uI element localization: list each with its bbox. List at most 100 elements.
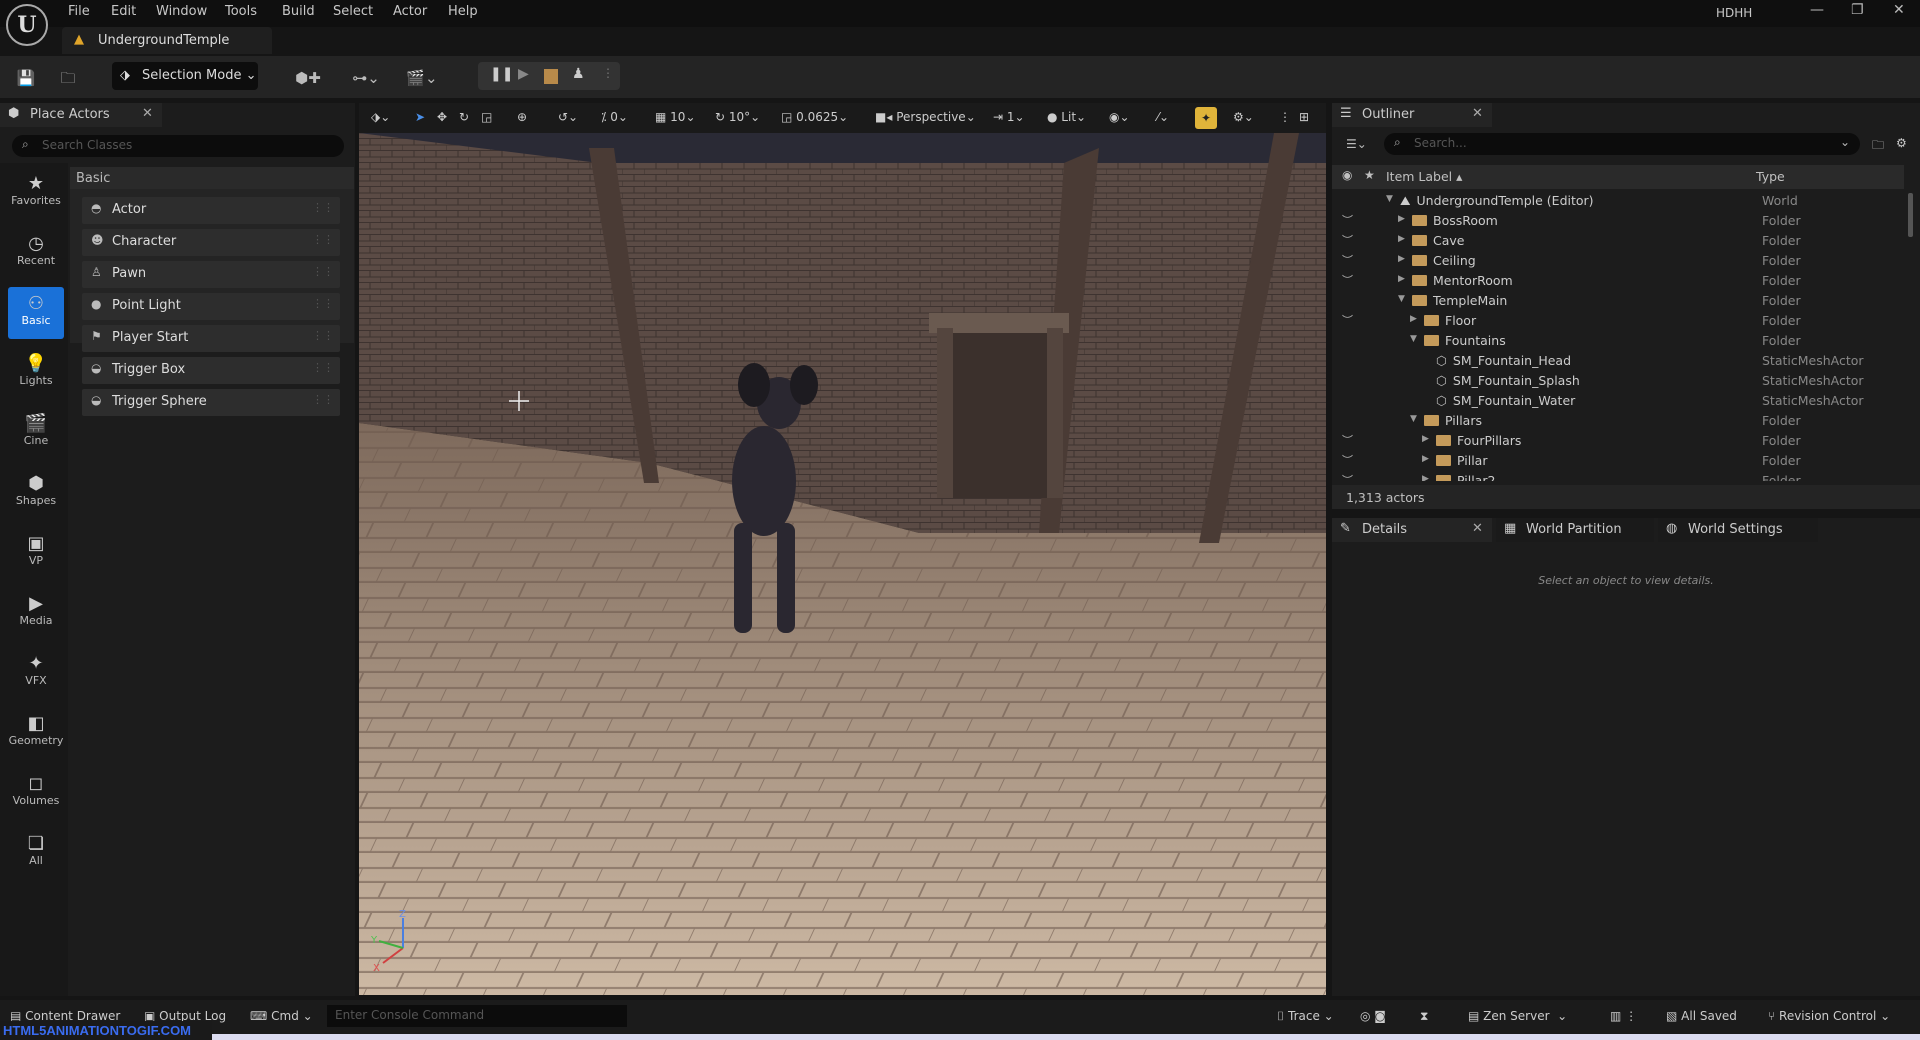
- outliner-row[interactable]: ▼ ⛰ UndergroundTemple (Editor) World: [1332, 191, 1920, 211]
- outliner-row[interactable]: ︶ ▶ FourPillars Folder: [1332, 431, 1920, 451]
- outliner-row[interactable]: ⬡ SM_Fountain_Head StaticMeshActor: [1332, 351, 1920, 371]
- step-icon[interactable]: ▶: [518, 66, 529, 82]
- translate-snap[interactable]: ⁒ 0⌄: [601, 110, 628, 124]
- new-folder-icon[interactable]: 🗀: [1872, 136, 1884, 157]
- save-icon[interactable]: 💾: [14, 64, 38, 92]
- realtime-icon[interactable]: ⁄⌄: [1157, 110, 1169, 124]
- filter-icon[interactable]: ☰⌄: [1346, 137, 1367, 151]
- scale-snap[interactable]: ◲ 0.0625⌄: [781, 110, 848, 124]
- expand-arrow-icon[interactable]: ▶: [1422, 434, 1429, 444]
- menu-tools[interactable]: Tools: [225, 4, 257, 19]
- category-shapes[interactable]: ⬢ Shapes: [8, 467, 64, 519]
- zen-server-button[interactable]: ▤ Zen Server ⌄: [1468, 1009, 1567, 1023]
- perspective-dropdown[interactable]: ■◂ Perspective⌄: [875, 110, 976, 124]
- expand-arrow-icon[interactable]: ▶: [1398, 214, 1405, 224]
- menu-window[interactable]: Window: [156, 4, 207, 19]
- search-classes-input[interactable]: ⌕ Search Classes: [12, 135, 344, 157]
- unreal-logo[interactable]: U: [6, 4, 48, 46]
- cinematics-button[interactable]: 🎬⌄: [402, 64, 442, 92]
- translate-icon[interactable]: ✥: [437, 110, 447, 124]
- close-tab-icon[interactable]: ✕: [1472, 521, 1483, 536]
- outliner-row[interactable]: ︶ ▶ Cave Folder: [1332, 231, 1920, 251]
- drag-handle-icon[interactable]: ⋮⋮: [312, 201, 334, 214]
- drag-handle-icon[interactable]: ⋮⋮: [312, 361, 334, 374]
- cmd-dropdown[interactable]: ⌨ Cmd ⌄: [250, 1009, 313, 1023]
- level-viewport[interactable]: Z X Y ⬗⌄ ➤ ✥ ↻ ◲ ⊕ ↺⌄ ⁒ 0⌄ ▦ 10⌄ ↻ 10°⌄ …: [359, 103, 1326, 995]
- category-recent[interactable]: ◷ Recent: [8, 227, 64, 279]
- trace-dropdown[interactable]: ⌷ Trace ⌄: [1277, 1009, 1334, 1024]
- rotate-icon[interactable]: ↻: [459, 110, 469, 124]
- minimize-button[interactable]: —: [1810, 2, 1824, 18]
- actor-item[interactable]: ◒ Trigger Box ⋮⋮: [82, 357, 340, 384]
- rotate-snap[interactable]: ↻ 10°⌄: [715, 110, 760, 124]
- blueprint-button[interactable]: ⊶⌄: [346, 64, 386, 92]
- drag-handle-icon[interactable]: ⋮⋮: [312, 329, 334, 342]
- category-lights[interactable]: 💡 Lights: [8, 347, 64, 399]
- menu-select[interactable]: Select: [333, 4, 373, 19]
- all-saved-button[interactable]: ▧ All Saved: [1666, 1009, 1737, 1023]
- menu-help[interactable]: Help: [448, 4, 478, 19]
- drag-handle-icon[interactable]: ⋮⋮: [312, 297, 334, 310]
- expand-arrow-icon[interactable]: ▶: [1410, 314, 1417, 324]
- select-mode-icon[interactable]: ➤: [415, 110, 425, 124]
- add-actor-button[interactable]: ⬢✚: [288, 64, 328, 92]
- grid-snap[interactable]: ▦ 10⌄: [655, 110, 696, 124]
- outliner-row[interactable]: ▼ Fountains Folder: [1332, 331, 1920, 351]
- level-tab[interactable]: ▲ UndergroundTemple: [62, 27, 272, 54]
- camera-speed[interactable]: ⇥ 1⌄: [993, 110, 1025, 124]
- menu-file[interactable]: File: [68, 4, 90, 19]
- visibility-icon[interactable]: ︶: [1342, 312, 1353, 328]
- layout-icon[interactable]: ⊞: [1299, 110, 1309, 124]
- drag-handle-icon[interactable]: ⋮⋮: [312, 393, 334, 406]
- category-basic[interactable]: ⚇ Basic: [8, 287, 64, 339]
- hourglass-icon[interactable]: ⧗: [1420, 1009, 1428, 1024]
- expand-arrow-icon[interactable]: ▶: [1422, 474, 1429, 481]
- expand-arrow-icon[interactable]: ▶: [1398, 234, 1405, 244]
- outliner-scrollbar[interactable]: [1908, 193, 1913, 237]
- revision-control-button[interactable]: ⑂ Revision Control ⌄: [1768, 1009, 1890, 1023]
- actor-item[interactable]: ♙ Pawn ⋮⋮: [82, 261, 340, 288]
- show-icon[interactable]: ◉⌄: [1109, 110, 1130, 124]
- menu-edit[interactable]: Edit: [111, 4, 136, 19]
- outliner-row[interactable]: ︶ ▶ MentorRoom Folder: [1332, 271, 1920, 291]
- drag-handle-icon[interactable]: ⋮⋮: [312, 233, 334, 246]
- outliner-row[interactable]: ⬡ SM_Fountain_Water StaticMeshActor: [1332, 391, 1920, 411]
- details-tab[interactable]: ✎ Details ✕: [1332, 518, 1492, 542]
- type-header[interactable]: Type: [1756, 169, 1785, 184]
- close-tab-icon[interactable]: ✕: [142, 106, 153, 121]
- collapse-arrow-icon[interactable]: ▼: [1398, 294, 1405, 304]
- actor-item[interactable]: ◒ Trigger Sphere ⋮⋮: [82, 389, 340, 416]
- category-all[interactable]: ❏ All: [8, 827, 64, 879]
- outliner-row[interactable]: ︶ ▶ BossRoom Folder: [1332, 211, 1920, 231]
- expand-arrow-icon[interactable]: ▶: [1398, 254, 1405, 264]
- game-view-icon[interactable]: ✦: [1195, 107, 1217, 129]
- collapse-arrow-icon[interactable]: ▼: [1410, 414, 1417, 424]
- close-window-button[interactable]: ✕: [1893, 2, 1905, 18]
- visibility-icon[interactable]: ︶: [1342, 232, 1353, 248]
- visibility-icon[interactable]: ︶: [1342, 472, 1353, 481]
- settings-icon[interactable]: ⚙⌄: [1233, 110, 1254, 124]
- browse-icon[interactable]: 🗀: [56, 64, 80, 92]
- scale-icon[interactable]: ◲: [481, 110, 492, 124]
- category-vfx[interactable]: ✦ VFX: [8, 647, 64, 699]
- visibility-icon[interactable]: ︶: [1342, 252, 1353, 268]
- close-tab-icon[interactable]: ✕: [1472, 106, 1483, 121]
- expand-arrow-icon[interactable]: ▶: [1398, 274, 1405, 284]
- menu-actor[interactable]: Actor: [393, 4, 427, 19]
- select-tool-dropdown[interactable]: ⬗⌄: [371, 110, 390, 124]
- visibility-icon[interactable]: ︶: [1342, 272, 1353, 288]
- visibility-icon[interactable]: ︶: [1342, 212, 1353, 228]
- category-geometry[interactable]: ◧ Geometry: [8, 707, 64, 759]
- stats-icon[interactable]: ▥ ⋮: [1610, 1009, 1637, 1023]
- world-partition-tab[interactable]: ▦ World Partition: [1496, 518, 1654, 542]
- outliner-row[interactable]: ︶ ▶ Floor Folder: [1332, 311, 1920, 331]
- outliner-tab[interactable]: ☰ Outliner ✕: [1332, 103, 1492, 127]
- settings-icon[interactable]: ⚙: [1896, 136, 1907, 150]
- actor-item[interactable]: ◓ Actor ⋮⋮: [82, 197, 340, 224]
- menu-build[interactable]: Build: [282, 4, 315, 19]
- drag-handle-icon[interactable]: ⋮⋮: [312, 265, 334, 278]
- outliner-row[interactable]: ▼ Pillars Folder: [1332, 411, 1920, 431]
- world-settings-tab[interactable]: ◍ World Settings: [1658, 518, 1818, 542]
- outliner-search-input[interactable]: ⌕ Search... ⌄: [1384, 133, 1860, 155]
- record-icon[interactable]: ◎ ◙: [1360, 1009, 1386, 1023]
